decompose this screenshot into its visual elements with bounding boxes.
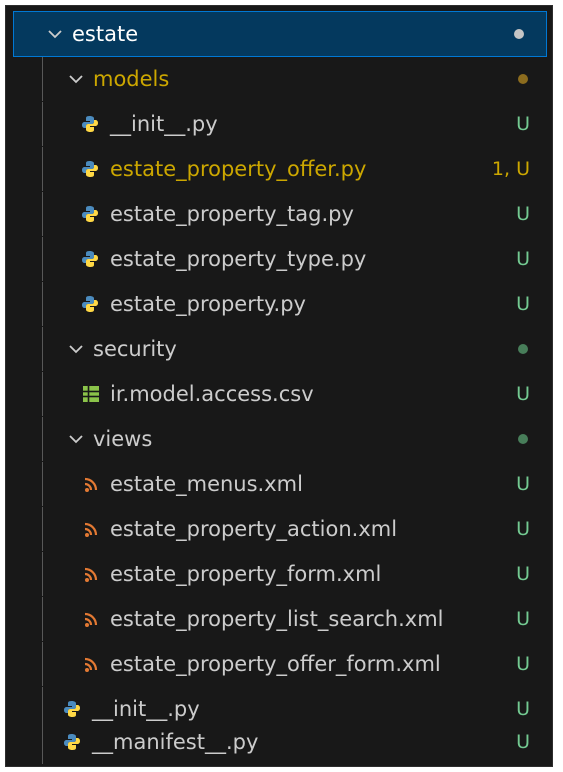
- tree-folder-security[interactable]: security: [6, 327, 552, 371]
- tree-file[interactable]: __init__.py U: [6, 102, 552, 146]
- folder-label: models: [93, 67, 170, 91]
- tree-file[interactable]: estate_menus.xml U: [6, 462, 552, 506]
- rss-xml-icon: [84, 654, 104, 674]
- indent-guide: [42, 417, 43, 461]
- indent-guide: [42, 147, 43, 191]
- indent-guide: [42, 282, 43, 326]
- indent-guide: [42, 372, 43, 416]
- file-label: estate_property.py: [110, 292, 306, 316]
- tree-file[interactable]: estate_property_offer.py 1, U: [6, 147, 552, 191]
- file-label: estate_property_offer.py: [110, 157, 367, 181]
- file-label: estate_property_list_search.xml: [110, 607, 444, 631]
- indent-guide: [42, 237, 43, 281]
- git-status: U: [516, 203, 530, 225]
- python-icon: [80, 159, 100, 179]
- file-label: estate_property_offer_form.xml: [110, 652, 441, 676]
- tree-file[interactable]: __manifest__.py U: [6, 720, 552, 764]
- git-status: U: [516, 383, 530, 405]
- file-label: estate_property_form.xml: [110, 562, 382, 586]
- indent-guide: [42, 597, 43, 641]
- tree-file[interactable]: estate_property_offer_form.xml U: [6, 642, 552, 686]
- folder-label: estate: [72, 22, 139, 46]
- git-status-dot: [518, 344, 528, 354]
- indent-guide: [42, 507, 43, 551]
- python-icon: [62, 699, 82, 719]
- file-label: estate_menus.xml: [110, 472, 303, 496]
- python-icon: [80, 249, 100, 269]
- folder-label: views: [93, 427, 153, 451]
- git-status-dot: [518, 434, 528, 444]
- indent-guide: [42, 462, 43, 506]
- python-icon: [62, 732, 82, 752]
- folder-label: security: [93, 337, 177, 361]
- tree-folder-estate[interactable]: estate: [13, 11, 547, 57]
- indent-guide: [42, 57, 43, 101]
- indent-guide: [42, 192, 43, 236]
- rss-xml-icon: [84, 519, 104, 539]
- tree-file[interactable]: ir.model.access.csv U: [6, 372, 552, 416]
- table-icon: [82, 384, 102, 404]
- explorer-panel: estate models __init__.py U estate_prope…: [5, 5, 553, 767]
- file-label: ir.model.access.csv: [110, 382, 314, 406]
- tree-file[interactable]: estate_property.py U: [6, 282, 552, 326]
- tree-folder-models[interactable]: models: [6, 57, 552, 101]
- file-label: estate_property_tag.py: [110, 202, 354, 226]
- file-label: __init__.py: [110, 112, 218, 136]
- git-status: U: [516, 248, 530, 270]
- rss-xml-icon: [84, 474, 104, 494]
- chevron-down-icon[interactable]: [65, 338, 87, 360]
- tree-file[interactable]: estate_property_type.py U: [6, 237, 552, 281]
- git-status: U: [516, 518, 530, 540]
- git-status: U: [516, 293, 530, 315]
- git-status: U: [516, 113, 530, 135]
- git-status: 1, U: [491, 158, 530, 180]
- chevron-down-icon[interactable]: [65, 428, 87, 450]
- tree-file[interactable]: estate_property_list_search.xml U: [6, 597, 552, 641]
- python-icon: [80, 294, 100, 314]
- python-icon: [80, 204, 100, 224]
- file-label: estate_property_action.xml: [110, 517, 398, 541]
- git-status: U: [516, 731, 530, 753]
- git-status: U: [516, 473, 530, 495]
- git-status-dot: [514, 29, 524, 39]
- tree-file[interactable]: estate_property_action.xml U: [6, 507, 552, 551]
- git-status-dot: [518, 74, 528, 84]
- rss-xml-icon: [84, 609, 104, 629]
- git-status: U: [516, 653, 530, 675]
- tree-folder-views[interactable]: views: [6, 417, 552, 461]
- chevron-down-icon[interactable]: [65, 68, 87, 90]
- chevron-down-icon[interactable]: [44, 23, 66, 45]
- python-icon: [80, 114, 100, 134]
- file-label: __manifest__.py: [92, 730, 259, 754]
- indent-guide: [42, 642, 43, 686]
- indent-guide: [42, 552, 43, 596]
- tree-file[interactable]: estate_property_form.xml U: [6, 552, 552, 596]
- file-label: estate_property_type.py: [110, 247, 367, 271]
- tree-file[interactable]: estate_property_tag.py U: [6, 192, 552, 236]
- git-status: U: [516, 563, 530, 585]
- indent-guide: [42, 327, 43, 371]
- rss-xml-icon: [84, 564, 104, 584]
- git-status: U: [516, 608, 530, 630]
- indent-guide: [42, 720, 43, 764]
- indent-guide: [42, 102, 43, 146]
